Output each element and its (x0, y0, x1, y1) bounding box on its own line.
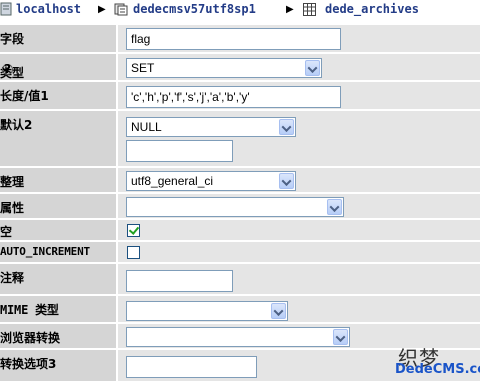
length-values-input[interactable]: 'c','h','p','f','s','j','a','b','y' (126, 86, 341, 108)
collation-label: 整理 (0, 175, 25, 189)
help-icon[interactable]: ? (2, 63, 13, 75)
default-value-input[interactable] (126, 140, 233, 162)
breadcrumb-table[interactable]: dede_archives (303, 1, 419, 17)
breadcrumb-separator: ▶ (286, 1, 294, 17)
type-select[interactable]: SET (126, 58, 322, 78)
breadcrumb-separator: ▶ (98, 1, 106, 17)
mime-type-select[interactable] (126, 301, 288, 321)
breadcrumb-table-link[interactable]: dede_archives (325, 2, 419, 16)
breadcrumb-database-link[interactable]: dedecmsv57utf8sp1 (133, 2, 256, 16)
chevron-down-icon[interactable] (271, 303, 286, 319)
row-attributes: 属性 (0, 194, 480, 218)
row-default: 默认2 NULL (0, 111, 480, 166)
transform-options-input[interactable] (126, 356, 257, 378)
comment-label: 注释 (0, 271, 25, 285)
browser-transform-select[interactable] (126, 327, 350, 347)
row-collation: 整理 utf8_general_ci (0, 168, 480, 192)
collation-select-value: utf8_general_ci (131, 174, 214, 188)
chevron-down-icon[interactable] (279, 119, 294, 135)
type-select-value: SET (131, 61, 155, 75)
browser-transform-label: 浏览器转换 (0, 331, 61, 345)
field-label: 字段 (0, 32, 25, 46)
default-select-value: NULL (131, 120, 162, 134)
collation-select[interactable]: utf8_general_ci (126, 171, 296, 191)
transform-options-label: 转换选项3 (0, 357, 57, 371)
auto-increment-checkbox[interactable] (127, 246, 140, 259)
breadcrumb: localhost ▶ dedecmsv57utf8sp1 ▶ dede_arc… (0, 0, 480, 18)
attributes-label: 属性 (0, 201, 25, 215)
default-select[interactable]: NULL (126, 117, 296, 137)
length-label: 长度/值1 (0, 89, 49, 103)
row-null: 空 (0, 220, 480, 240)
null-label: 空 (0, 225, 13, 239)
row-length: 长度/值1 'c','h','p','f','s','j','a','b','y… (0, 82, 480, 109)
arrow-right-icon: ▶ (286, 3, 294, 15)
row-mime-type: MIME 类型 (0, 296, 480, 322)
chevron-down-icon[interactable] (305, 60, 320, 76)
mime-type-label: MIME 类型 (0, 303, 59, 317)
table-icon (303, 2, 316, 16)
default-label: 默认2 (0, 118, 33, 132)
row-auto-increment: AUTO_INCREMENT (0, 242, 480, 262)
row-field: 字段 flag (0, 25, 480, 52)
breadcrumb-server[interactable]: localhost (0, 1, 81, 17)
chevron-down-icon[interactable] (279, 173, 294, 189)
breadcrumb-server-link[interactable]: localhost (16, 2, 81, 16)
arrow-right-icon: ▶ (98, 3, 106, 15)
chevron-down-icon[interactable] (327, 199, 342, 215)
comment-input[interactable] (126, 270, 233, 292)
chevron-down-icon[interactable] (333, 329, 348, 345)
row-comment: 注释 (0, 264, 480, 294)
row-type: 类型? SET (0, 54, 480, 80)
server-icon (0, 2, 12, 16)
auto-increment-label: AUTO_INCREMENT (0, 245, 90, 258)
watermark-site: DedeCMS.com (395, 362, 480, 377)
database-icon (114, 2, 128, 16)
field-name-input[interactable]: flag (126, 28, 341, 50)
breadcrumb-database[interactable]: dedecmsv57utf8sp1 (114, 1, 256, 17)
null-checkbox[interactable] (127, 224, 140, 237)
attributes-select[interactable] (126, 197, 344, 217)
